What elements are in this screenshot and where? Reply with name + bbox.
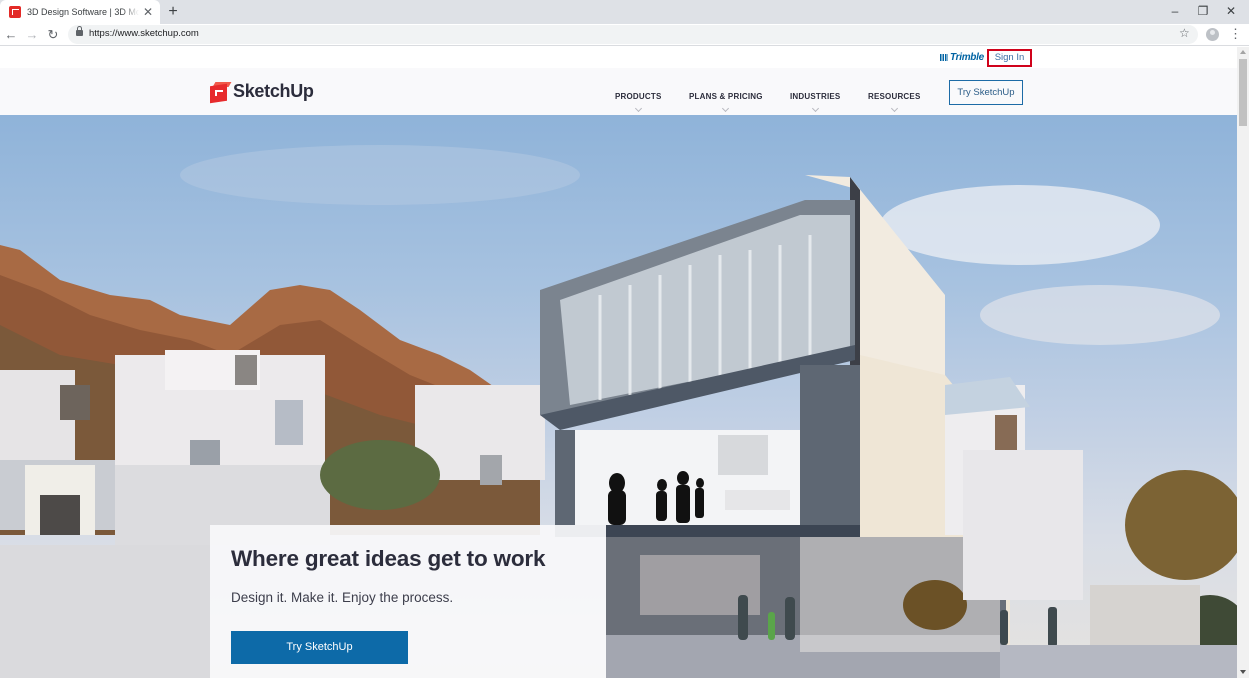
- building-far-right-lower: [963, 450, 1083, 600]
- trimble-logo-icon: [940, 53, 948, 61]
- window: [40, 495, 80, 535]
- tree: [320, 440, 440, 510]
- terrace-right: [1000, 645, 1237, 678]
- trimble-link[interactable]: Trimble: [940, 52, 984, 63]
- tab-title: 3D Design Software | 3D Modeling on the …: [27, 7, 139, 17]
- house-column: [555, 430, 575, 535]
- hero-section: Where great ideas get to work Design it.…: [0, 115, 1237, 678]
- minimize-button[interactable]: –: [1160, 3, 1190, 21]
- nav-item-plans-pricing[interactable]: PLANS & PRICING: [689, 86, 763, 113]
- nav-label: INDUSTRIES: [790, 92, 841, 101]
- logo-text: SketchUp: [233, 81, 314, 101]
- nav-item-resources[interactable]: RESOURCES: [868, 86, 921, 113]
- sketchup-logo[interactable]: SketchUp: [210, 81, 314, 103]
- cloud: [180, 145, 580, 205]
- nav-label: PRODUCTS: [615, 92, 662, 101]
- cloud: [880, 185, 1160, 265]
- profile-avatar-icon[interactable]: [1206, 28, 1219, 41]
- window-close-button[interactable]: ✕: [1216, 3, 1246, 21]
- page-scrollbar[interactable]: [1237, 47, 1249, 678]
- main-navigation: SketchUp PRODUCTS PLANS & PRICING INDUST…: [0, 68, 1237, 115]
- forward-button[interactable]: →: [23, 26, 41, 44]
- trimble-label: Trimble: [950, 52, 984, 63]
- url-text[interactable]: https://www.sketchup.com: [89, 28, 199, 39]
- page-viewport: Trimble Sign In SketchUp PRODUCTS PLANS …: [0, 47, 1237, 678]
- sign-in-link[interactable]: Sign In: [987, 49, 1032, 67]
- reload-button[interactable]: ↻: [44, 26, 62, 44]
- scroll-down-arrow-icon[interactable]: [1240, 670, 1246, 674]
- window: [275, 400, 303, 445]
- chevron-down-icon: [722, 104, 730, 113]
- hero-subtitle: Design it. Make it. Enjoy the process.: [231, 590, 454, 605]
- tab-close-icon[interactable]: ✕: [143, 4, 153, 20]
- utility-bar: Trimble Sign In: [0, 47, 1237, 68]
- house-column-right: [800, 365, 860, 540]
- potted-tree: [903, 580, 967, 630]
- nav-item-industries[interactable]: INDUSTRIES: [790, 86, 841, 113]
- hero-image: [0, 145, 1237, 678]
- sketchup-logo-icon: [210, 81, 232, 103]
- nav-label: PLANS & PRICING: [689, 92, 763, 101]
- address-bar[interactable]: https://www.sketchup.com: [68, 25, 1198, 44]
- browser-toolbar: ← → ↻ https://www.sketchup.com ☆ ⋮: [0, 24, 1249, 46]
- scroll-up-arrow-icon[interactable]: [1240, 50, 1246, 54]
- try-sketchup-header-button[interactable]: Try SketchUp: [949, 80, 1023, 105]
- browser-tab-bar: 3D Design Software | 3D Modeling on the …: [0, 0, 1249, 24]
- browser-menu-icon[interactable]: ⋮: [1229, 26, 1242, 42]
- window: [60, 385, 90, 420]
- chevron-down-icon: [811, 104, 819, 113]
- try-sketchup-hero-button[interactable]: Try SketchUp: [231, 631, 408, 664]
- tree-right: [1125, 470, 1237, 580]
- browser-tab[interactable]: 3D Design Software | 3D Modeling on the …: [0, 0, 160, 24]
- wall-panel: [718, 435, 768, 475]
- nav-item-products[interactable]: PRODUCTS: [615, 86, 662, 113]
- kitchen-counter: [725, 490, 790, 510]
- hero-card: Where great ideas get to work Design it.…: [210, 525, 606, 678]
- window: [480, 455, 502, 485]
- scroll-thumb[interactable]: [1239, 59, 1247, 126]
- cloud: [980, 285, 1220, 345]
- window: [235, 355, 257, 385]
- nav-label: RESOURCES: [868, 92, 921, 101]
- ground-wall: [0, 545, 210, 678]
- lock-icon[interactable]: [76, 26, 83, 36]
- restore-button[interactable]: ❐: [1188, 3, 1218, 21]
- planter: [1090, 585, 1200, 645]
- chevron-down-icon: [890, 104, 898, 113]
- bookmark-star-icon[interactable]: ☆: [1179, 26, 1190, 40]
- chevron-down-icon: [634, 104, 642, 113]
- back-button[interactable]: ←: [2, 26, 20, 44]
- hero-title: Where great ideas get to work: [231, 546, 546, 571]
- new-tab-button[interactable]: +: [166, 2, 180, 22]
- sketchup-favicon-icon: [9, 6, 21, 18]
